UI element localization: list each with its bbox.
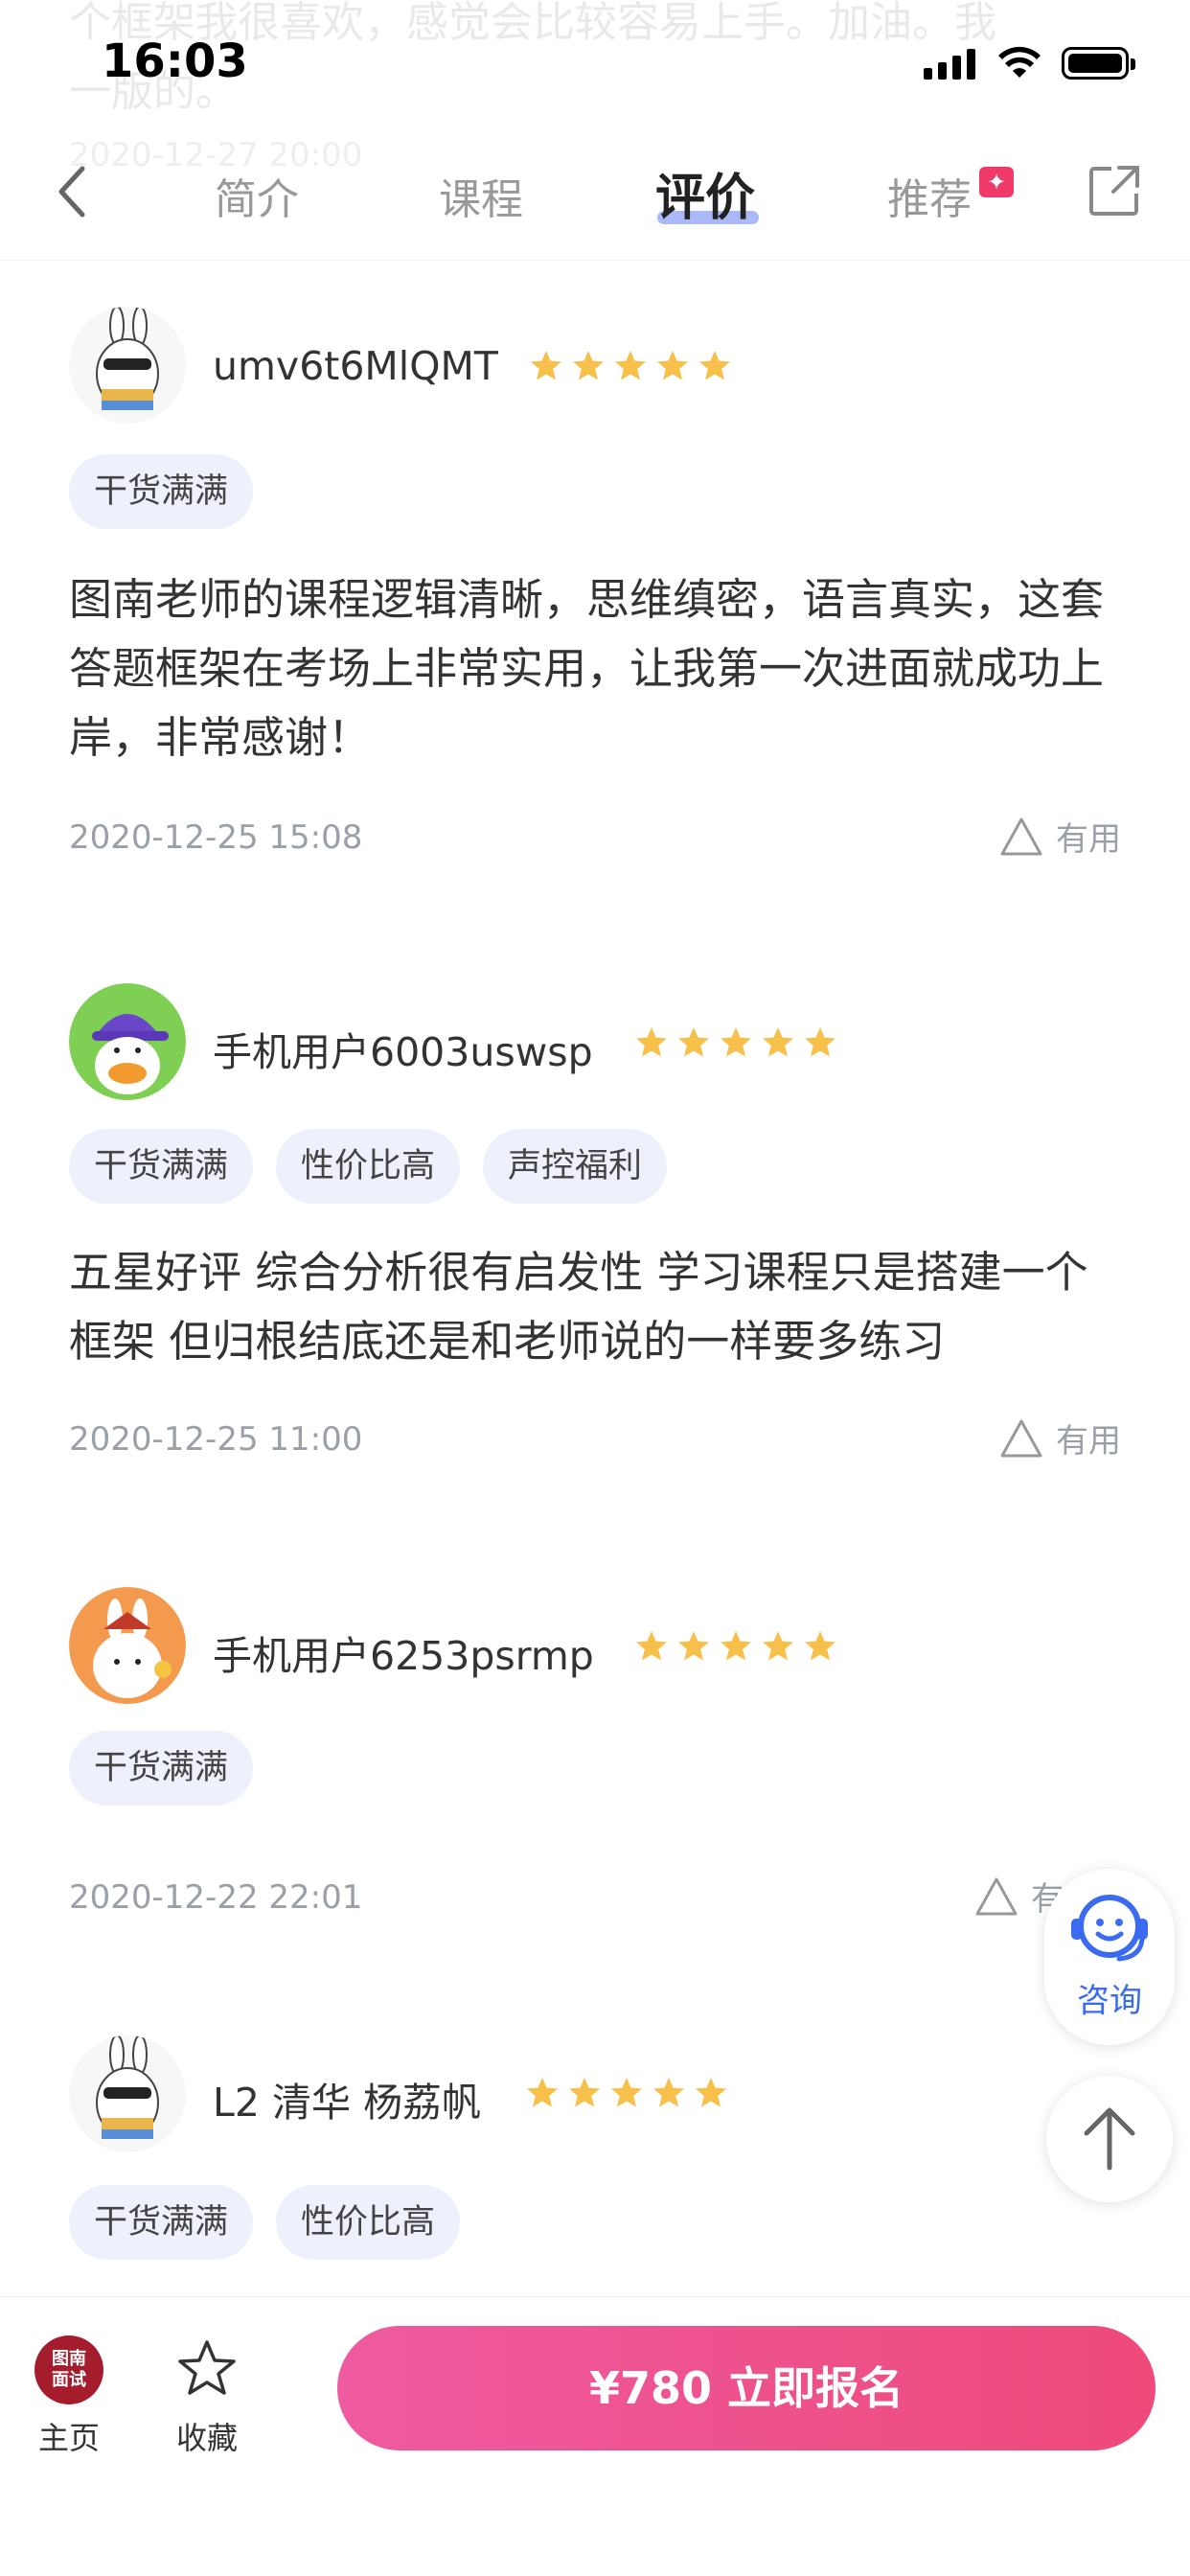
useful-label: 有用 bbox=[1056, 820, 1121, 859]
review-tag: 干货满满 bbox=[69, 1731, 254, 1806]
back-to-top-button[interactable] bbox=[1046, 2076, 1173, 2202]
star-icon bbox=[573, 351, 604, 380]
useful-button[interactable]: 有用 bbox=[998, 813, 1121, 860]
tab-reviews[interactable]: 评价 bbox=[655, 157, 755, 229]
review-tag: 性价比高 bbox=[276, 1129, 461, 1204]
tab-recommend[interactable]: 推荐 bbox=[887, 165, 972, 226]
user-avatar[interactable] bbox=[69, 307, 186, 424]
review-tag: 干货满满 bbox=[69, 2185, 254, 2260]
star-icon bbox=[805, 1631, 835, 1661]
user-avatar[interactable] bbox=[69, 1587, 186, 1704]
status-time: 16:03 bbox=[102, 34, 248, 88]
star-icon bbox=[763, 1631, 793, 1661]
consult-label: 咨询 bbox=[1077, 1982, 1142, 2020]
favorite-button[interactable]: 收藏 bbox=[172, 2337, 241, 2458]
rating-stars bbox=[634, 1629, 837, 1664]
review-tags: 干货满满 性价比高 声控福利 bbox=[69, 1129, 668, 1204]
rating-stars bbox=[634, 1025, 837, 1060]
reviewer-name: 手机用户6003uswsp bbox=[213, 1029, 593, 1075]
battery-icon bbox=[1062, 47, 1135, 80]
consult-button[interactable]: 咨询 bbox=[1044, 1869, 1175, 2045]
review-content: 五星好评 综合分析很有启发性 学习课程只是搭建一个框架 但归根结底还是和老师说的… bbox=[69, 1247, 1088, 1367]
star-icon bbox=[696, 2078, 726, 2107]
star-icon bbox=[721, 1027, 751, 1057]
favorite-label: 收藏 bbox=[175, 2420, 238, 2456]
useful-label: 有用 bbox=[1056, 1422, 1121, 1460]
star-icon bbox=[527, 2078, 558, 2107]
star-icon bbox=[678, 1027, 709, 1057]
user-avatar[interactable] bbox=[69, 983, 186, 1100]
star-icon bbox=[636, 1631, 667, 1661]
star-icon bbox=[636, 1027, 667, 1057]
star-icon bbox=[678, 1631, 709, 1661]
review-tag: 干货满满 bbox=[69, 454, 254, 529]
star-icon bbox=[569, 2078, 600, 2107]
tab-intro[interactable]: 简介 bbox=[215, 165, 299, 226]
star-icon bbox=[531, 351, 561, 380]
star-icon bbox=[763, 1027, 793, 1057]
rating-stars bbox=[525, 2076, 728, 2110]
like-triangle-icon bbox=[1000, 817, 1042, 855]
status-icons bbox=[924, 44, 1135, 82]
review-content: 图南老师的课程逻辑清晰，思维缜密，语言真实，这套答题框架在考场上非常实用，让我第… bbox=[69, 574, 1105, 763]
star-icon bbox=[805, 1027, 835, 1057]
review-date: 2020-12-25 11:00 bbox=[69, 1420, 363, 1459]
signal-icon bbox=[924, 47, 975, 80]
tab-courses[interactable]: 课程 bbox=[439, 165, 523, 226]
review-date: 2020-12-22 22:01 bbox=[69, 1878, 363, 1917]
star-icon bbox=[657, 351, 688, 380]
review-tag: 干货满满 bbox=[69, 1129, 254, 1204]
rating-stars bbox=[529, 349, 732, 383]
course-reviews-page: 个框架我很喜欢，感觉会比较容易上手。加油。我 一版的。 2020-12-27 2… bbox=[0, 0, 1190, 2576]
reviewer-name: L2 清华 杨荔帆 bbox=[213, 2080, 481, 2126]
top-header: 个框架我很喜欢，感觉会比较容易上手。加油。我 一版的。 2020-12-27 2… bbox=[0, 0, 1190, 261]
brand-logo: 图南 面试 bbox=[34, 2335, 103, 2404]
customer-service-icon bbox=[1071, 1895, 1148, 1962]
star-icon bbox=[721, 1631, 751, 1661]
star-icon bbox=[653, 2078, 684, 2107]
enroll-now-button[interactable]: ¥780 立即报名 bbox=[337, 2326, 1156, 2450]
recommend-badge-icon: ✦ bbox=[979, 167, 1014, 197]
like-triangle-icon bbox=[1000, 1419, 1042, 1457]
review-tags: 干货满满 bbox=[69, 454, 254, 529]
star-icon bbox=[611, 2078, 642, 2107]
arrow-up-icon bbox=[1084, 2107, 1135, 2171]
bottom-action-bar: 图南 面试 主页 收藏 ¥780 立即报名 bbox=[0, 2296, 1190, 2576]
share-icon[interactable] bbox=[1087, 163, 1142, 218]
review-tags: 干货满满 bbox=[69, 1731, 254, 1806]
section-tabs: 简介 课程 评价 推荐 ✦ bbox=[0, 144, 1190, 249]
home-button[interactable]: 图南 面试 主页 bbox=[34, 2335, 103, 2458]
review-tags: 干货满满 性价比高 bbox=[69, 2185, 461, 2260]
user-avatar[interactable] bbox=[69, 2036, 186, 2152]
reviewer-name: 手机用户6253psrmp bbox=[213, 1633, 594, 1679]
wifi-icon bbox=[998, 46, 1041, 78]
star-icon bbox=[699, 351, 730, 380]
star-outline-icon bbox=[178, 2340, 236, 2395]
star-icon bbox=[615, 351, 646, 380]
reviewer-name: umv6t6MlQMT bbox=[213, 343, 498, 389]
useful-button[interactable]: 有用 bbox=[998, 1414, 1121, 1461]
home-label: 主页 bbox=[37, 2420, 100, 2456]
review-tag: 声控福利 bbox=[483, 1129, 668, 1204]
review-date: 2020-12-25 15:08 bbox=[69, 818, 363, 857]
like-triangle-icon bbox=[975, 1877, 1018, 1915]
back-arrow-icon[interactable] bbox=[54, 163, 92, 220]
review-tag: 性价比高 bbox=[276, 2185, 461, 2260]
